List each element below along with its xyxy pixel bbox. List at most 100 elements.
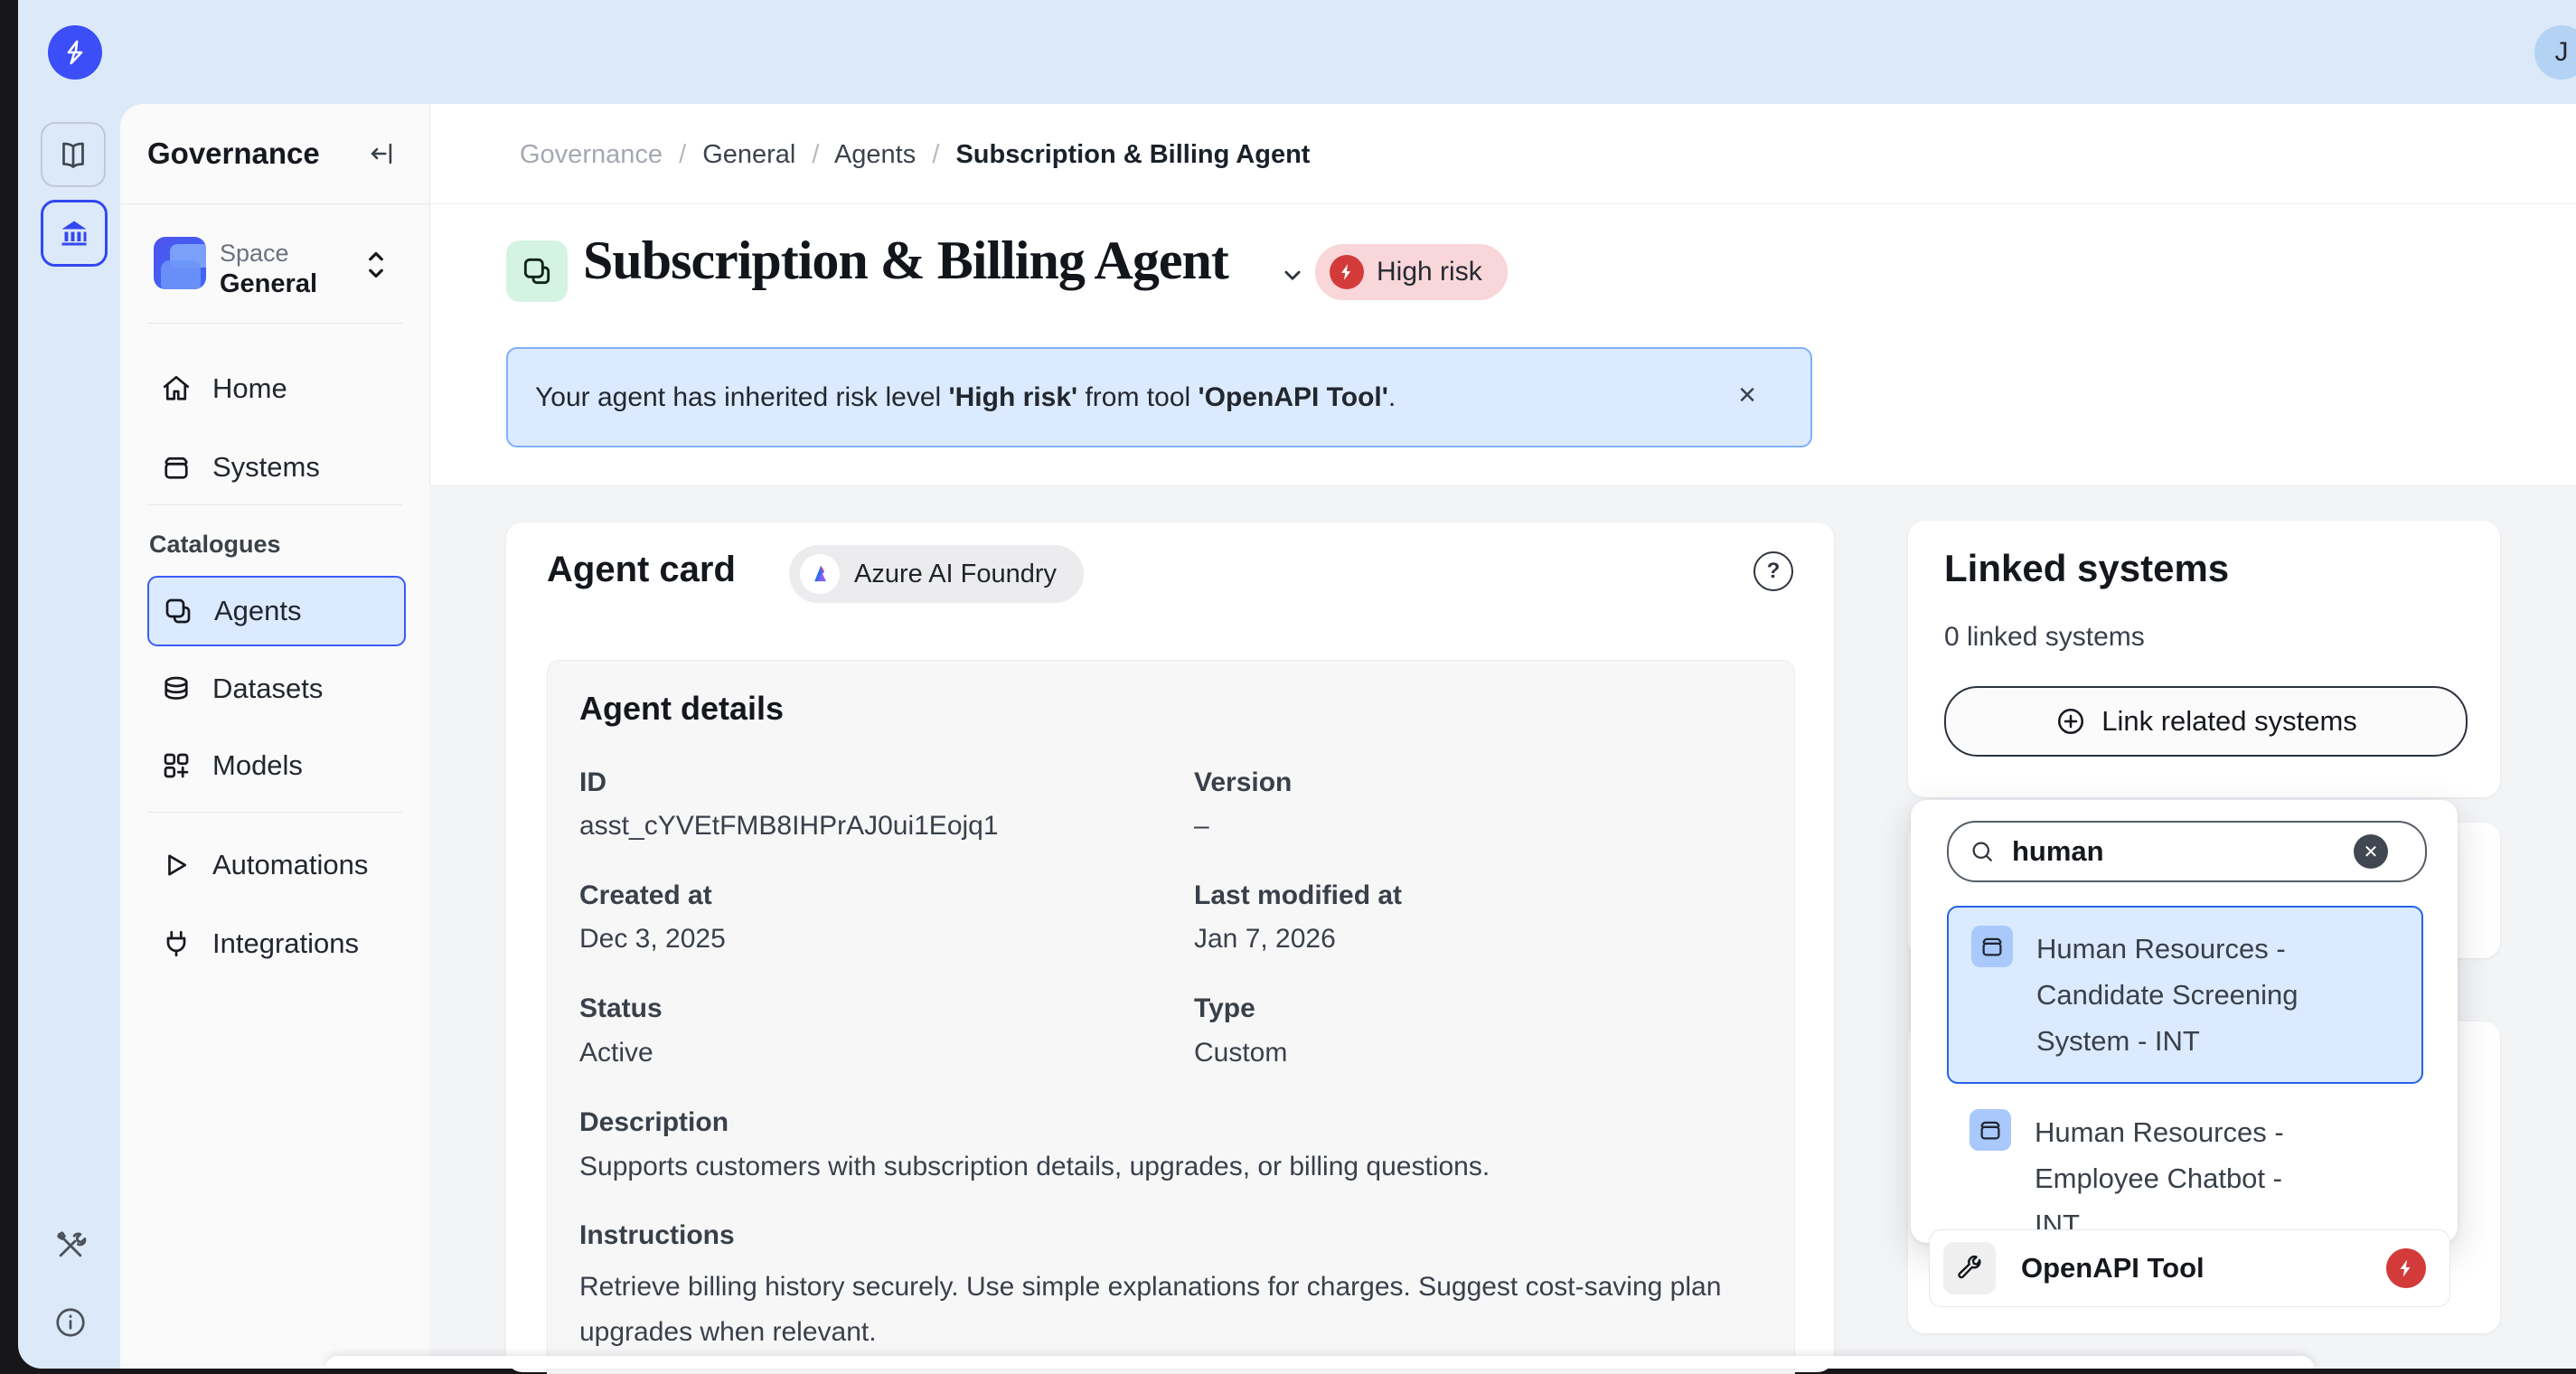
sidebar-item-label: Automations <box>212 849 368 881</box>
agent-details-panel: Agent details ID Version asst_cYVEtFMB8I… <box>547 660 1795 1374</box>
dropdown-option-label: Human Resources - Candidate Screening Sy… <box>2036 926 2335 1064</box>
search-input[interactable] <box>2010 834 2348 869</box>
sidebar-item-label: Models <box>212 749 303 782</box>
description-label: Description <box>579 1107 729 1138</box>
link-related-systems-label: Link related systems <box>2101 705 2357 738</box>
azure-ai-foundry-icon <box>800 554 840 594</box>
linked-systems-count: 0 linked systems <box>1944 622 2145 653</box>
models-icon <box>160 749 193 782</box>
main-panel: Governance Space General <box>120 104 2576 1369</box>
space-name: General <box>220 269 317 299</box>
agents-icon <box>162 595 194 627</box>
systems-icon <box>160 451 193 484</box>
integrations-icon <box>160 927 193 960</box>
risk-badge: High risk <box>1315 244 1508 300</box>
sidebar-item-datasets[interactable]: Datasets <box>147 655 402 722</box>
avatar[interactable]: J <box>2534 25 2576 80</box>
field-label: Created at <box>579 880 712 911</box>
field-label: ID <box>579 767 606 798</box>
field-value: Jan 7, 2026 <box>1194 924 1336 955</box>
space-switcher[interactable] <box>362 247 390 283</box>
search-icon <box>1969 838 1996 865</box>
info-icon <box>53 1305 88 1340</box>
linked-systems-heading: Linked systems <box>1944 547 2229 590</box>
field-label: Last modified at <box>1194 880 1402 911</box>
breadcrumb-link[interactable]: Governance <box>520 140 663 169</box>
page-title: Subscription & Billing Agent <box>583 230 1228 292</box>
field-label: Version <box>1194 767 1292 798</box>
field-value: Custom <box>1194 1038 1287 1068</box>
book-icon <box>57 138 89 171</box>
sidebar-item-label: Agents <box>214 595 302 627</box>
description-text: Supports customers with subscription det… <box>579 1152 1745 1182</box>
plus-circle-icon <box>2054 705 2087 738</box>
wrench-icon <box>1943 1242 1996 1294</box>
rail-info-button[interactable] <box>43 1295 98 1350</box>
risk-badge-label: High risk <box>1377 257 1482 287</box>
field-value: Dec 3, 2025 <box>579 924 726 955</box>
field-value: – <box>1194 811 1209 842</box>
close-icon[interactable]: × <box>1738 380 1756 410</box>
datasets-icon <box>160 673 193 705</box>
tool-row-label: OpenAPI Tool <box>2021 1252 2205 1285</box>
divider <box>147 504 402 505</box>
lightning-logo-icon <box>60 37 90 68</box>
rail-docs-button[interactable] <box>41 122 106 187</box>
rail-tools-button[interactable] <box>43 1219 98 1273</box>
rail-governance-button[interactable] <box>41 200 108 267</box>
sidebar-item-home[interactable]: Home <box>147 355 402 422</box>
provider-badge-label: Azure AI Foundry <box>854 560 1057 589</box>
instructions-label: Instructions <box>579 1220 735 1251</box>
risk-inherited-banner: Your agent has inherited risk level 'Hig… <box>506 347 1812 447</box>
sidebar-title: Governance <box>147 136 320 171</box>
sidebar-item-systems[interactable]: Systems <box>147 434 402 501</box>
catalogues-section-label: Catalogues <box>149 531 281 559</box>
chevron-down-icon[interactable] <box>1277 259 1308 290</box>
provider-badge: Azure AI Foundry <box>789 545 1084 603</box>
app-logo[interactable] <box>48 25 102 80</box>
linked-systems-card: Linked systems 0 linked systems Link rel… <box>1908 521 2500 797</box>
divider <box>147 812 402 813</box>
agent-details-heading: Agent details <box>579 690 784 728</box>
dropdown-option-label: Human Resources - Employee Chatbot - INT <box>2035 1109 2333 1247</box>
help-icon[interactable]: ? <box>1753 551 1793 591</box>
field-label: Status <box>579 993 663 1024</box>
divider <box>147 323 402 324</box>
system-icon <box>1971 926 2013 967</box>
sidebar-item-label: Datasets <box>212 673 323 705</box>
banner-text: Your agent has inherited risk level 'Hig… <box>535 382 1396 413</box>
sidebar-item-label: Integrations <box>212 927 359 960</box>
instructions-text: Retrieve billing history securely. Use s… <box>579 1265 1754 1355</box>
collapse-sidebar-icon[interactable] <box>366 138 397 169</box>
sidebar-item-integrations[interactable]: Integrations <box>147 910 402 977</box>
field-value: asst_cYVEtFMB8IHPrAJ0ui1Eojq1 <box>579 811 999 842</box>
sidebar-item-models[interactable]: Models <box>147 732 402 799</box>
automations-icon <box>160 849 193 881</box>
risk-bolt-icon <box>1330 255 1364 289</box>
tool-row-openapi[interactable]: OpenAPI Tool <box>1929 1229 2450 1307</box>
home-icon <box>160 372 193 405</box>
bottom-sheet-edge <box>325 1356 2314 1369</box>
clear-search-icon[interactable]: ✕ <box>2354 834 2388 869</box>
system-search: ✕ <box>1947 821 2427 882</box>
space-avatar <box>154 237 206 289</box>
dropdown-option-candidate-screening[interactable]: Human Resources - Candidate Screening Sy… <box>1947 906 2423 1084</box>
agent-type-icon <box>506 240 568 302</box>
divider <box>120 203 429 204</box>
sidebar-item-label: Home <box>212 372 287 405</box>
link-related-systems-button[interactable]: Link related systems <box>1944 686 2468 757</box>
bank-icon <box>58 217 90 249</box>
breadcrumb: Governance / General / Agents / Subscrip… <box>520 140 1310 170</box>
tool-risk-bolt-icon <box>2386 1248 2426 1288</box>
link-systems-dropdown: ✕ Human Resources - Candidate Screening … <box>1911 800 2458 1243</box>
breadcrumb-link[interactable]: Agents <box>834 140 916 169</box>
breadcrumb-link[interactable]: General <box>702 140 795 169</box>
sidebar: Governance Space General <box>120 104 430 1369</box>
sidebar-item-label: Systems <box>212 451 320 484</box>
sidebar-item-agents[interactable]: Agents <box>147 576 406 646</box>
agent-card-heading: Agent card <box>547 550 736 590</box>
sidebar-item-automations[interactable]: Automations <box>147 832 402 899</box>
field-value: Active <box>579 1038 653 1068</box>
avatar-initial: J <box>2555 37 2569 68</box>
divider <box>429 203 2576 204</box>
